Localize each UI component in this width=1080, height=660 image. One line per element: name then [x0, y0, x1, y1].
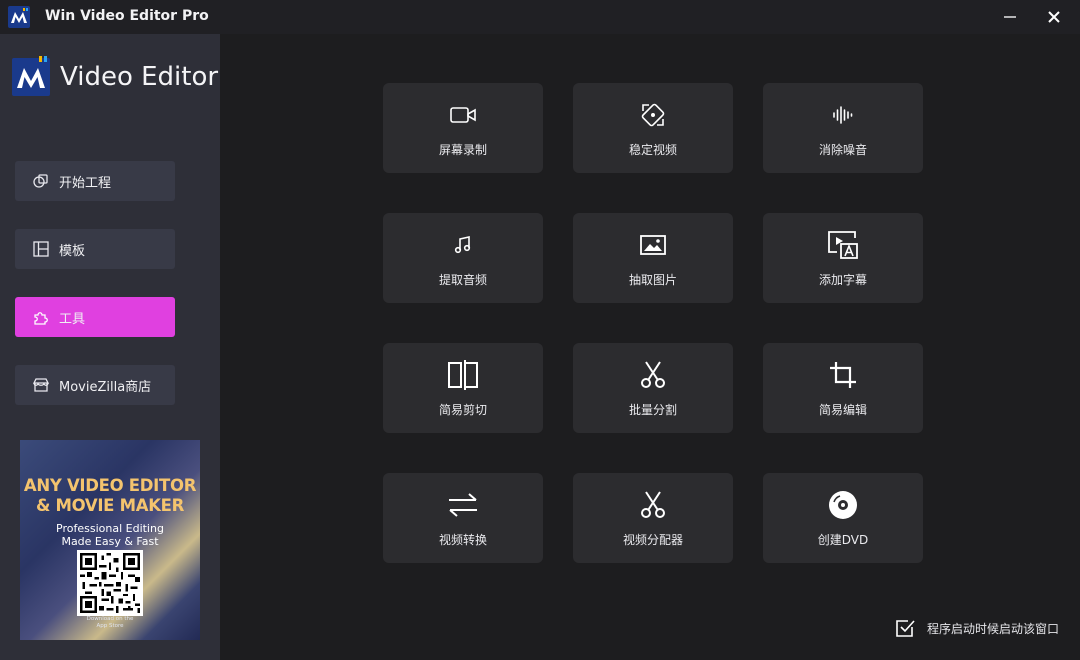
tools-panel: 屏幕录制 稳定视频 消除噪音 提取音频 抽取图片 添加字幕 简易剪切 批量分割 … — [222, 34, 1080, 660]
tool-label: 视频分配器 — [622, 533, 683, 547]
nav-label: MovieZilla商店 — [59, 379, 152, 395]
sidebar: Video Editor 开始工程 模板 工具 MovieZilla商店 ANY… — [0, 34, 220, 660]
brand-title: Video Editor — [60, 62, 219, 92]
scissors-icon — [637, 491, 669, 519]
window-title: Win Video Editor Pro — [45, 8, 209, 24]
tool-screen-record[interactable]: 屏幕录制 — [383, 83, 543, 173]
tool-label: 添加字幕 — [818, 273, 867, 287]
app-store-caption: Download on the App Store — [20, 616, 200, 630]
promo-banner[interactable]: ANY VIDEO EDITOR & MOVIE MAKER Professio… — [20, 440, 200, 640]
tool-label: 提取音频 — [438, 273, 487, 287]
promo-subtitle: Professional Editing Made Easy & Fast — [20, 522, 200, 548]
promo-title-line: & MOVIE MAKER — [35, 496, 185, 515]
video-camera-icon — [447, 101, 479, 129]
nav-templates[interactable]: 模板 — [15, 229, 175, 269]
subtitle-icon — [827, 231, 859, 259]
tool-extract-audio[interactable]: 提取音频 — [383, 213, 543, 303]
nav-label: 模板 — [59, 243, 86, 259]
waveform-icon — [827, 101, 859, 129]
tool-denoise[interactable]: 消除噪音 — [763, 83, 923, 173]
startup-checkbox[interactable]: 程序启动时候启动该窗口 — [895, 618, 1059, 638]
close-icon — [1048, 11, 1060, 23]
promo-subtitle-line: Made Easy & Fast — [61, 535, 159, 548]
crop-icon — [827, 361, 859, 389]
promo-subtitle-line: Professional Editing — [56, 522, 164, 535]
image-icon — [637, 231, 669, 259]
app-logo-icon — [8, 6, 30, 28]
tool-simple-edit[interactable]: 简易编辑 — [763, 343, 923, 433]
tool-add-subtitle[interactable]: 添加字幕 — [763, 213, 923, 303]
disc-icon — [827, 491, 859, 519]
checkbox-checked-icon — [896, 620, 915, 637]
tool-batch-split[interactable]: 批量分割 — [573, 343, 733, 433]
tool-label: 批量分割 — [628, 403, 677, 417]
store-icon — [31, 375, 51, 395]
promo-title-line: ANY VIDEO EDITOR — [23, 476, 197, 495]
tool-label: 稳定视频 — [628, 143, 677, 157]
stabilize-icon — [637, 101, 669, 129]
tool-simple-trim[interactable]: 简易剪切 — [383, 343, 543, 433]
new-project-icon — [31, 171, 51, 191]
puzzle-icon — [31, 307, 51, 327]
app-store-caption-line: App Store — [96, 623, 124, 629]
nav-store[interactable]: MovieZilla商店 — [15, 365, 175, 405]
tool-create-dvd[interactable]: 创建DVD — [763, 473, 923, 563]
tool-stabilize[interactable]: 稳定视频 — [573, 83, 733, 173]
nav-tools[interactable]: 工具 — [15, 297, 175, 337]
tool-label: 屏幕录制 — [438, 143, 487, 157]
promo-title: ANY VIDEO EDITOR & MOVIE MAKER — [20, 476, 200, 516]
tool-label: 视频转换 — [438, 533, 487, 547]
title-bar: Win Video Editor Pro — [0, 0, 1080, 34]
tool-extract-images[interactable]: 抽取图片 — [573, 213, 733, 303]
template-icon — [31, 239, 51, 259]
minimize-icon — [1004, 16, 1016, 18]
tool-label: 简易剪切 — [438, 403, 487, 417]
qr-code-icon — [77, 550, 143, 616]
music-note-icon — [447, 231, 479, 259]
brand-logo-icon — [12, 56, 50, 96]
convert-arrows-icon — [447, 491, 479, 519]
tool-label: 消除噪音 — [818, 143, 867, 157]
startup-checkbox-label: 程序启动时候启动该窗口 — [927, 621, 1060, 636]
nav-label: 开始工程 — [59, 175, 112, 191]
minimize-button[interactable] — [996, 4, 1024, 30]
tool-label: 创建DVD — [817, 533, 869, 547]
nav-new-project[interactable]: 开始工程 — [15, 161, 175, 201]
trim-icon — [447, 360, 479, 390]
scissors-icon — [637, 361, 669, 389]
nav-label: 工具 — [59, 311, 86, 327]
app-store-caption-line: Download on the — [86, 616, 134, 622]
close-button[interactable] — [1040, 4, 1068, 30]
tool-video-convert[interactable]: 视频转换 — [383, 473, 543, 563]
tool-video-splitter[interactable]: 视频分配器 — [573, 473, 733, 563]
tool-label: 抽取图片 — [628, 273, 677, 287]
tool-label: 简易编辑 — [818, 403, 867, 417]
